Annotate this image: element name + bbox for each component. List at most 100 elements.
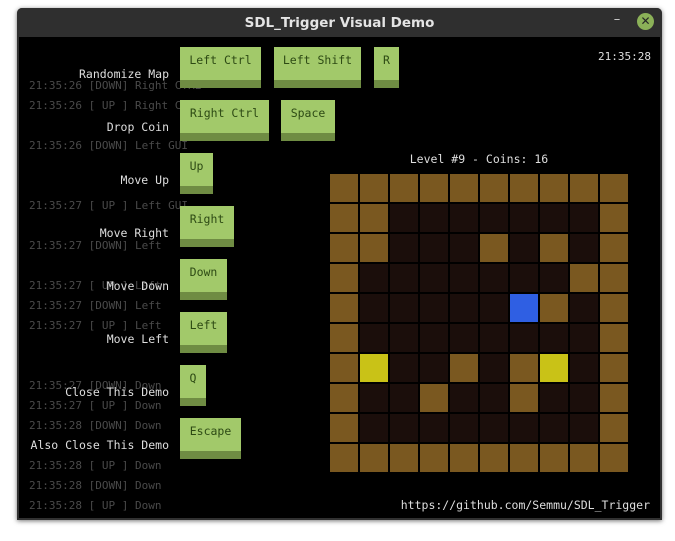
wall-tile xyxy=(360,234,388,262)
floor-tile xyxy=(390,354,418,382)
floor-tile xyxy=(390,204,418,232)
floor-tile xyxy=(570,234,598,262)
minimize-icon[interactable]: – xyxy=(610,13,624,29)
wall-tile xyxy=(330,324,358,352)
floor-tile xyxy=(450,294,478,322)
log-line: 21:35:28 [DOWN] Down xyxy=(29,419,162,432)
floor-tile xyxy=(390,234,418,262)
wall-tile xyxy=(330,204,358,232)
floor-tile xyxy=(570,204,598,232)
floor-tile xyxy=(360,294,388,322)
floor-tile xyxy=(450,384,478,412)
log-line: 21:35:27 [ UP ] Left GUI xyxy=(29,199,188,212)
key-button-left-ctrl[interactable]: Left Ctrl xyxy=(180,47,261,88)
key-button-down[interactable]: Down xyxy=(180,259,227,300)
floor-tile xyxy=(390,264,418,292)
floor-tile xyxy=(510,204,538,232)
wall-tile xyxy=(510,384,538,412)
floor-tile xyxy=(360,264,388,292)
floor-tile xyxy=(540,414,568,442)
wall-tile xyxy=(600,264,628,292)
wall-tile xyxy=(420,444,448,472)
action-label-close-demo: Close This Demo xyxy=(65,385,169,399)
close-icon[interactable]: ✕ xyxy=(637,13,654,30)
wall-tile xyxy=(510,174,538,202)
floor-tile xyxy=(360,384,388,412)
floor-tile xyxy=(540,324,568,352)
wall-tile xyxy=(360,174,388,202)
key-button-escape[interactable]: Escape xyxy=(180,418,241,459)
wall-tile xyxy=(360,444,388,472)
wall-tile xyxy=(570,264,598,292)
key-button-space[interactable]: Space xyxy=(281,100,335,141)
floor-tile xyxy=(510,414,538,442)
action-label-move-down: Move Down xyxy=(106,279,169,293)
wall-tile xyxy=(330,174,358,202)
repo-link[interactable]: https://github.com/Semmu/SDL_Trigger xyxy=(401,499,650,512)
log-line: 21:35:27 [DOWN] Left xyxy=(29,299,162,312)
clock: 21:35:28 xyxy=(598,50,651,63)
floor-tile xyxy=(480,294,508,322)
floor-tile xyxy=(420,234,448,262)
wall-tile xyxy=(330,354,358,382)
wall-tile xyxy=(600,174,628,202)
title-bar[interactable]: SDL_Trigger Visual Demo – ✕ xyxy=(17,8,662,37)
key-button-left-shift[interactable]: Left Shift xyxy=(274,47,361,88)
floor-tile xyxy=(480,354,508,382)
floor-tile xyxy=(480,264,508,292)
floor-tile xyxy=(450,414,478,442)
key-button-r[interactable]: R xyxy=(374,47,399,88)
wall-tile xyxy=(600,414,628,442)
wall-tile xyxy=(570,174,598,202)
log-line: 21:35:27 [ UP ] Down xyxy=(29,399,162,412)
floor-tile xyxy=(480,204,508,232)
log-line: 21:35:28 [ UP ] Down xyxy=(29,459,162,472)
wall-tile xyxy=(600,384,628,412)
wall-tile xyxy=(330,264,358,292)
wall-tile xyxy=(450,354,478,382)
key-button-right[interactable]: Right xyxy=(180,206,234,247)
wall-tile xyxy=(600,294,628,322)
action-label-drop-coin: Drop Coin xyxy=(106,120,169,134)
wall-tile xyxy=(540,294,568,322)
wall-tile xyxy=(360,204,388,232)
log-line: 21:35:27 [ UP ] Left xyxy=(29,319,162,332)
level-info: Level #9 - Coins: 16 xyxy=(409,152,549,166)
action-label-move-up: Move Up xyxy=(120,173,169,187)
log-line: 21:35:28 [DOWN] Down xyxy=(29,479,162,492)
wall-tile xyxy=(540,234,568,262)
wall-tile xyxy=(330,294,358,322)
player-tile xyxy=(510,294,538,322)
floor-tile xyxy=(570,354,598,382)
floor-tile xyxy=(420,294,448,322)
floor-tile xyxy=(390,324,418,352)
floor-tile xyxy=(570,324,598,352)
wall-tile xyxy=(600,204,628,232)
log-line: 21:35:27 [DOWN] Left xyxy=(29,239,162,252)
floor-tile xyxy=(420,414,448,442)
wall-tile xyxy=(540,444,568,472)
wall-tile xyxy=(600,234,628,262)
floor-tile xyxy=(510,234,538,262)
wall-tile xyxy=(330,444,358,472)
key-button-right-ctrl[interactable]: Right Ctrl xyxy=(180,100,269,141)
wall-tile xyxy=(510,444,538,472)
floor-tile xyxy=(480,384,508,412)
wall-tile xyxy=(600,444,628,472)
floor-tile xyxy=(420,324,448,352)
key-button-q[interactable]: Q xyxy=(180,365,206,406)
log-line: 21:35:26 [ UP ] Right CTRL xyxy=(29,99,202,112)
action-label-move-right: Move Right xyxy=(99,226,169,240)
wall-tile xyxy=(450,174,478,202)
floor-tile xyxy=(450,234,478,262)
log-line: 21:35:28 [ UP ] Down xyxy=(29,499,162,512)
action-label-move-left: Move Left xyxy=(106,332,169,346)
floor-tile xyxy=(480,414,508,442)
floor-tile xyxy=(390,294,418,322)
floor-tile xyxy=(570,414,598,442)
key-button-up[interactable]: Up xyxy=(180,153,213,194)
floor-tile xyxy=(450,324,478,352)
key-button-left[interactable]: Left xyxy=(180,312,227,353)
wall-tile xyxy=(450,444,478,472)
action-label-randomize-map: Randomize Map xyxy=(78,67,169,81)
